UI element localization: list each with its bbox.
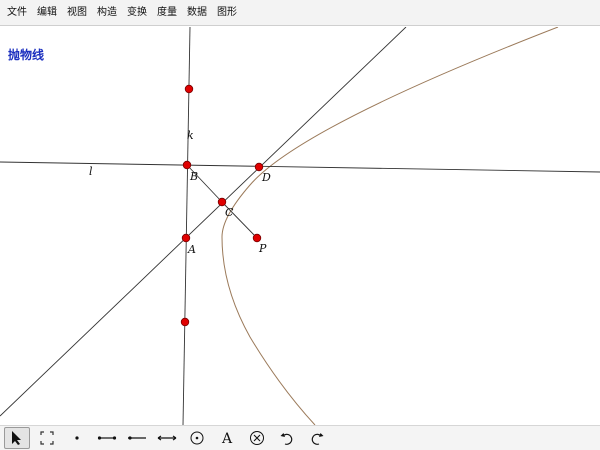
drawing-canvas[interactable]: k l B D C A P [0, 27, 600, 425]
circle-tool-icon [190, 431, 204, 445]
menu-view[interactable]: 视图 [62, 0, 92, 26]
point-tool[interactable] [64, 427, 90, 449]
menu-file[interactable]: 文件 [2, 0, 32, 26]
text-tool[interactable]: A [214, 427, 240, 449]
delete-tool[interactable] [244, 427, 270, 449]
label-p[interactable]: P [258, 242, 267, 255]
segment-tool-icon [97, 436, 117, 440]
point-k-lower[interactable] [180, 317, 190, 327]
point-tool-icon [75, 436, 79, 440]
redo-icon [311, 433, 324, 445]
circle-tool[interactable] [184, 427, 210, 449]
point-b[interactable] [182, 160, 192, 170]
point-a[interactable] [181, 233, 191, 243]
menu-data[interactable]: 数据 [182, 0, 212, 26]
page-title[interactable]: 抛物线 [8, 46, 44, 63]
ray-tool[interactable] [124, 427, 150, 449]
text-tool-icon: A [221, 431, 233, 446]
arrow-select-icon [12, 431, 21, 445]
menu-measure[interactable]: 度量 [152, 0, 182, 26]
point-p[interactable] [252, 233, 262, 243]
undo-icon [280, 433, 293, 445]
label-d[interactable]: D [261, 171, 271, 184]
label-b[interactable]: B [189, 170, 198, 183]
parabola-curve[interactable] [221, 27, 559, 425]
label-c[interactable]: C [225, 206, 234, 219]
marquee-select-tool[interactable] [34, 427, 60, 449]
label-a[interactable]: A [187, 243, 196, 256]
menu-construct[interactable]: 构造 [92, 0, 122, 26]
point-c[interactable] [217, 197, 227, 207]
menu-graph[interactable]: 图形 [212, 0, 242, 26]
marquee-select-icon [40, 431, 54, 445]
line-tool[interactable] [154, 427, 180, 449]
delete-icon [250, 431, 264, 445]
ray-tool-icon [128, 436, 146, 440]
arrow-select-tool[interactable] [4, 427, 30, 449]
label-k[interactable]: k [187, 129, 194, 142]
redo-button[interactable] [304, 427, 330, 449]
menu-edit[interactable]: 编辑 [32, 0, 62, 26]
menu-transform[interactable]: 变换 [122, 0, 152, 26]
point-d[interactable] [254, 162, 264, 172]
undo-button[interactable] [274, 427, 300, 449]
label-l[interactable]: l [89, 165, 93, 178]
tangent-line[interactable] [0, 27, 407, 417]
point-k-upper[interactable] [184, 84, 194, 94]
text-tool-glyph: A [221, 431, 233, 446]
segment-tool[interactable] [94, 427, 120, 449]
line-tool-icon [157, 435, 177, 441]
menu-bar: 文件 编辑 视图 构造 变换 度量 数据 图形 [0, 0, 600, 26]
tool-bar: A [0, 425, 600, 450]
geometry-figure: k l B D C A P [0, 27, 600, 425]
